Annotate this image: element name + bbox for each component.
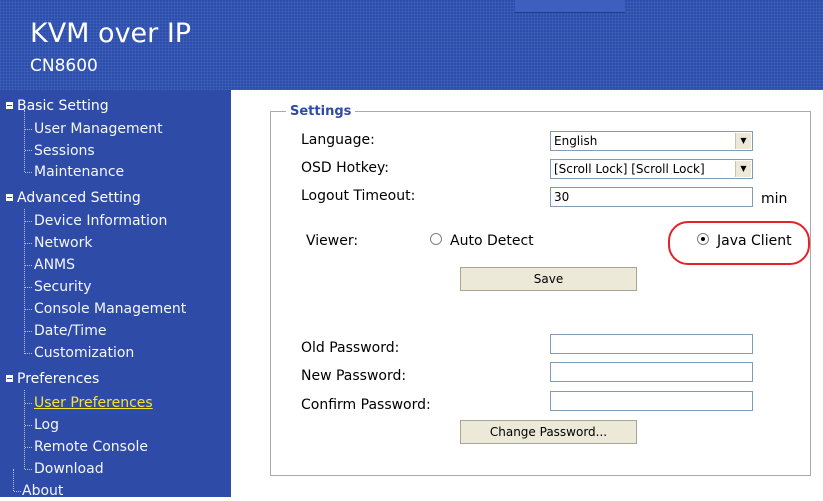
tree-branch bbox=[25, 172, 32, 173]
tree-branch bbox=[25, 331, 32, 332]
sidebar-item-customization[interactable]: Customization bbox=[34, 343, 134, 363]
language-label: Language: bbox=[301, 132, 375, 148]
tree-branch bbox=[25, 265, 32, 266]
osd-hotkey-select[interactable]: [Scroll Lock] [Scroll Lock] ▼ bbox=[550, 159, 753, 179]
new-password-field[interactable] bbox=[550, 362, 753, 382]
collapse-icon[interactable] bbox=[6, 375, 13, 382]
collapse-icon[interactable] bbox=[6, 194, 13, 201]
tree-line bbox=[13, 469, 14, 491]
java-client-highlight-circle bbox=[668, 221, 810, 265]
app-title: KVM over IP bbox=[30, 18, 192, 49]
tree-branch bbox=[14, 491, 21, 492]
save-button[interactable]: Save bbox=[460, 267, 637, 291]
auto-detect-label[interactable]: Auto Detect bbox=[450, 233, 534, 249]
chevron-down-icon[interactable]: ▼ bbox=[735, 161, 751, 177]
chevron-down-icon[interactable]: ▼ bbox=[735, 133, 751, 149]
change-password-button[interactable]: Change Password... bbox=[460, 420, 637, 444]
tree-line bbox=[24, 209, 25, 354]
header-banner: KVM over IP CN8600 bbox=[0, 0, 823, 90]
osd-hotkey-select-value: [Scroll Lock] [Scroll Lock] bbox=[554, 162, 705, 176]
sidebar-section-label: Preferences bbox=[17, 371, 100, 387]
sidebar-section-preferences[interactable]: Preferences bbox=[6, 369, 99, 389]
sidebar-item-date-time[interactable]: Date/Time bbox=[34, 321, 106, 341]
logout-timeout-input[interactable]: 30 bbox=[550, 187, 753, 207]
tree-line bbox=[24, 390, 25, 469]
sidebar-section-label: Basic Setting bbox=[17, 98, 109, 114]
language-select-value: English bbox=[554, 134, 598, 148]
tree-branch bbox=[25, 447, 32, 448]
tree-branch bbox=[25, 403, 32, 404]
auto-detect-radio[interactable] bbox=[430, 233, 442, 245]
logout-timeout-unit: min bbox=[761, 191, 788, 207]
logout-timeout-label: Logout Timeout: bbox=[301, 188, 416, 204]
sidebar-item-security[interactable]: Security bbox=[34, 277, 92, 297]
tree-line bbox=[24, 110, 25, 172]
collapse-icon[interactable] bbox=[6, 102, 13, 109]
sidebar-item-sessions[interactable]: Sessions bbox=[34, 141, 95, 161]
tree-branch bbox=[25, 353, 32, 354]
osd-hotkey-label: OSD Hotkey: bbox=[301, 160, 389, 176]
tree-branch bbox=[25, 287, 32, 288]
tree-branch bbox=[25, 221, 32, 222]
tree-branch bbox=[25, 129, 32, 130]
tree-branch bbox=[25, 243, 32, 244]
confirm-password-label: Confirm Password: bbox=[301, 397, 431, 413]
sidebar-item-device-information[interactable]: Device Information bbox=[34, 211, 167, 231]
sidebar-item-remote-console[interactable]: Remote Console bbox=[34, 437, 148, 457]
sidebar-item-maintenance[interactable]: Maintenance bbox=[34, 162, 124, 182]
old-password-label: Old Password: bbox=[301, 340, 400, 356]
sidebar-item-download[interactable]: Download bbox=[34, 459, 104, 479]
tree-branch bbox=[25, 425, 32, 426]
sidebar-section-basic-setting[interactable]: Basic Setting bbox=[6, 96, 109, 116]
old-password-field[interactable] bbox=[550, 334, 753, 354]
confirm-password-field[interactable] bbox=[550, 391, 753, 411]
viewer-label: Viewer: bbox=[306, 233, 359, 249]
sidebar-section-advanced-setting[interactable]: Advanced Setting bbox=[6, 188, 141, 208]
sidebar: Basic Setting User Management Sessions M… bbox=[0, 90, 231, 499]
sidebar-item-console-management[interactable]: Console Management bbox=[34, 299, 186, 319]
settings-legend: Settings bbox=[286, 104, 356, 119]
sidebar-item-about[interactable]: About bbox=[22, 481, 63, 501]
tree-branch bbox=[25, 469, 32, 470]
tree-branch bbox=[25, 150, 32, 151]
sidebar-item-log[interactable]: Log bbox=[34, 415, 59, 435]
sidebar-item-user-management[interactable]: User Management bbox=[34, 119, 163, 139]
new-password-label: New Password: bbox=[301, 368, 407, 384]
device-model: CN8600 bbox=[30, 56, 98, 76]
language-select[interactable]: English ▼ bbox=[550, 131, 753, 151]
sidebar-item-user-preferences[interactable]: User Preferences bbox=[34, 393, 153, 413]
sidebar-section-label: Advanced Setting bbox=[17, 190, 141, 206]
tree-branch bbox=[25, 309, 32, 310]
sidebar-item-anms[interactable]: ANMS bbox=[34, 255, 75, 275]
sidebar-item-network[interactable]: Network bbox=[34, 233, 92, 253]
header-tab-decoration bbox=[515, 0, 625, 13]
